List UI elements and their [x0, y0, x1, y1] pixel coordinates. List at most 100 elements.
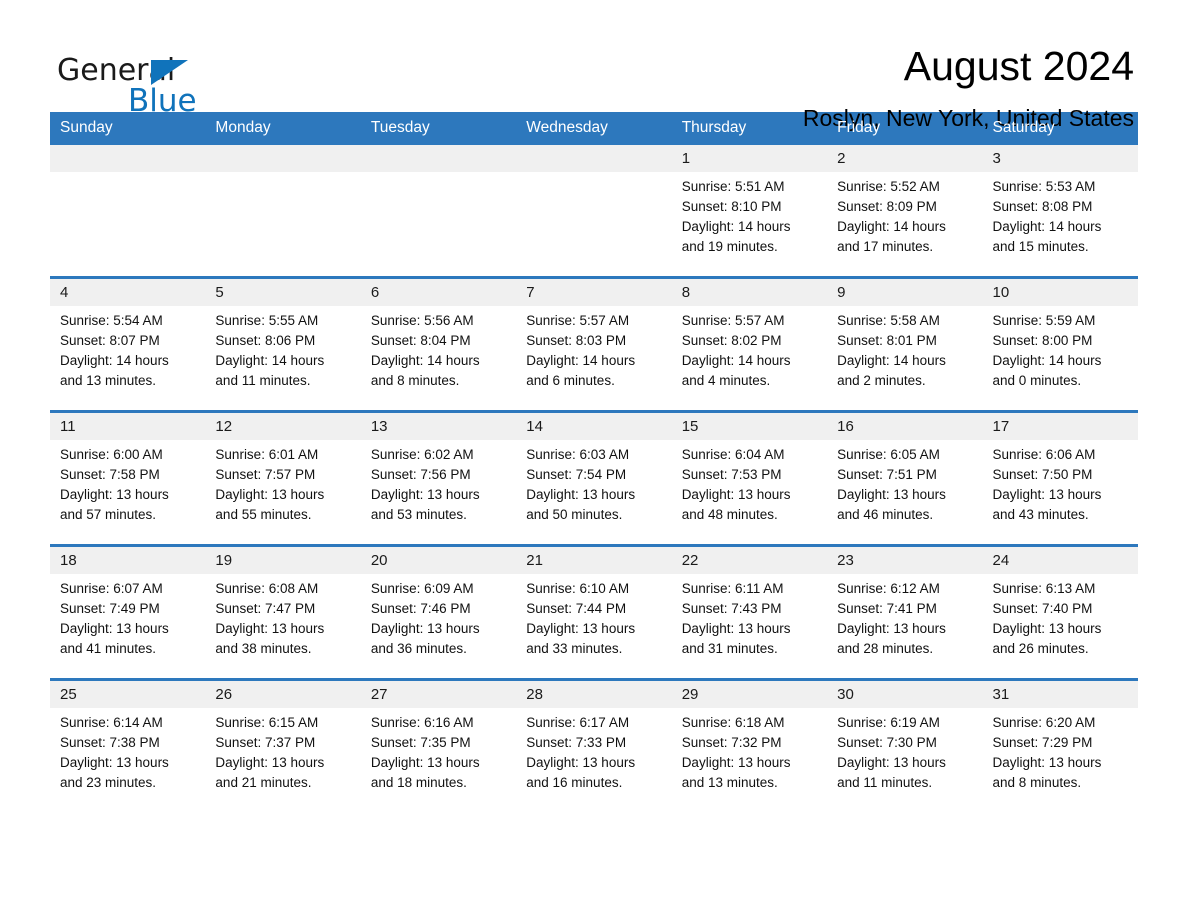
daylight-duration-line2: and 31 minutes. — [681, 641, 778, 656]
calendar-day-cell[interactable]: 19 Sunrise: 6:08 AM Sunset: 7:47 PM Dayligh… — [205, 544, 361, 680]
calendar-day-cell[interactable]: 30 Sunrise: 6:19 AM Sunset: 7:30 PM Dayligh… — [827, 678, 983, 812]
daylight-duration-line2: and 46 minutes. — [837, 507, 934, 522]
day-details: Sunrise: 6:20 AM Sunset: 7:29 PM Daylight:… — [983, 708, 1138, 793]
sunrise-time: Sunrise: 6:13 AM — [992, 581, 1096, 596]
daylight-duration-line1: Daylight: 13 hours — [837, 755, 946, 770]
day-details: Sunrise: 6:01 AM Sunset: 7:57 PM Daylight:… — [205, 440, 360, 525]
sunset-time: Sunset: 8:09 PM — [837, 199, 937, 214]
day-details: Sunrise: 5:58 AM Sunset: 8:01 PM Daylight:… — [827, 306, 982, 391]
day-number: 14 — [516, 413, 672, 440]
calendar-day-cell[interactable]: 7 Sunrise: 5:57 AM Sunset: 8:03 PM Daylight… — [516, 276, 672, 412]
calendar-day-cell[interactable]: 5 Sunrise: 5:55 AM Sunset: 8:06 PM Daylight… — [205, 276, 361, 412]
day-number: 16 — [827, 413, 983, 440]
sunset-time: Sunset: 8:08 PM — [992, 199, 1093, 214]
calendar-day-cell[interactable]: 14 Sunrise: 6:03 AM Sunset: 7:54 PM Dayligh… — [516, 410, 672, 546]
day-details: Sunrise: 6:09 AM Sunset: 7:46 PM Daylight:… — [361, 574, 516, 659]
daylight-duration-line1: Daylight: 14 hours — [681, 353, 791, 368]
daylight-duration-line2: and 50 minutes. — [526, 507, 623, 522]
calendar-day-cell[interactable]: 4 Sunrise: 5:54 AM Sunset: 8:07 PM Daylight… — [50, 276, 206, 412]
sunset-time: Sunset: 7:57 PM — [215, 467, 316, 482]
calendar-day-cell[interactable]: 26 Sunrise: 6:15 AM Sunset: 7:37 PM Dayligh… — [205, 678, 361, 812]
daylight-duration-line1: Daylight: 14 hours — [992, 219, 1102, 234]
calendar-day-cell[interactable]: 12 Sunrise: 6:01 AM Sunset: 7:57 PM Dayligh… — [205, 410, 361, 546]
sunrise-time: Sunrise: 6:16 AM — [370, 715, 474, 730]
sunset-time: Sunset: 7:29 PM — [992, 735, 1093, 750]
sunset-time: Sunset: 7:32 PM — [681, 735, 782, 750]
calendar-day-cell[interactable]: 21 Sunrise: 6:10 AM Sunset: 7:44 PM Dayligh… — [516, 544, 672, 680]
day-number: 3 — [982, 145, 1138, 172]
calendar-day-cell[interactable]: 25 Sunrise: 6:14 AM Sunset: 7:38 PM Dayligh… — [50, 678, 206, 812]
daylight-duration-line2: and 16 minutes. — [526, 775, 623, 790]
daylight-duration-line1: Daylight: 13 hours — [370, 755, 480, 770]
calendar-day-cell[interactable]: 22 Sunrise: 6:11 AM Sunset: 7:43 PM Dayligh… — [671, 544, 828, 680]
sunset-time: Sunset: 7:51 PM — [837, 467, 937, 482]
sunset-time: Sunset: 8:10 PM — [681, 199, 782, 214]
sunset-time: Sunset: 8:06 PM — [215, 333, 316, 348]
day-number: 17 — [982, 413, 1138, 440]
calendar-day-cell[interactable]: 16 Sunrise: 6:05 AM Sunset: 7:51 PM Dayligh… — [827, 410, 983, 546]
day-number: 13 — [360, 413, 517, 440]
day-details: Sunrise: 6:19 AM Sunset: 7:30 PM Daylight:… — [827, 708, 982, 793]
daylight-duration-line2: and 21 minutes. — [215, 775, 312, 790]
sunrise-time: Sunrise: 5:54 AM — [60, 313, 163, 328]
calendar-day-cell[interactable]: 2 Sunrise: 5:52 AM Sunset: 8:09 PM Daylight… — [827, 145, 983, 278]
calendar-week-row: 25 Sunrise: 6:14 AM Sunset: 7:38 PM Dayligh… — [50, 678, 1138, 812]
generalblue-logo[interactable]: General Blue — [50, 42, 230, 117]
weekday-header-tuesday: Tuesday — [360, 112, 517, 145]
daylight-duration-line1: Daylight: 14 hours — [837, 219, 946, 234]
daylight-duration-line2: and 4 minutes. — [681, 373, 771, 388]
calendar-day-cell[interactable]: 31 Sunrise: 6:20 AM Sunset: 7:29 PM Dayligh… — [982, 678, 1138, 812]
day-number: 29 — [671, 681, 828, 708]
sunset-time: Sunset: 7:33 PM — [526, 735, 627, 750]
calendar-day-cell[interactable]: 3 Sunrise: 5:53 AM Sunset: 8:08 PM Daylight… — [982, 145, 1138, 278]
sunrise-time: Sunrise: 5:55 AM — [215, 313, 319, 328]
day-details: Sunrise: 6:17 AM Sunset: 7:33 PM Daylight:… — [516, 708, 671, 793]
calendar-day-cell[interactable]: 17 Sunrise: 6:06 AM Sunset: 7:50 PM Dayligh… — [982, 410, 1138, 546]
day-details: Sunrise: 6:02 AM Sunset: 7:56 PM Daylight:… — [361, 440, 516, 525]
day-details: Sunrise: 6:07 AM Sunset: 7:49 PM Daylight:… — [50, 574, 205, 659]
daylight-duration-line2: and 38 minutes. — [215, 641, 312, 656]
daylight-duration-line2: and 8 minutes. — [370, 373, 460, 388]
sunrise-time: Sunrise: 6:15 AM — [215, 715, 319, 730]
daylight-duration-line1: Daylight: 13 hours — [837, 487, 946, 502]
calendar-day-cell[interactable]: 6 Sunrise: 5:56 AM Sunset: 8:04 PM Daylight… — [360, 276, 517, 412]
sunrise-sunset-calendar: Sunday Monday Tuesday Wednesday Thursday… — [50, 112, 1138, 812]
day-number: 26 — [205, 681, 361, 708]
calendar-day-cell[interactable]: 8 Sunrise: 5:57 AM Sunset: 8:02 PM Daylight… — [671, 276, 828, 412]
calendar-day-cell[interactable]: 27 Sunrise: 6:16 AM Sunset: 7:35 PM Dayligh… — [360, 678, 517, 812]
calendar-day-cell[interactable]: 23 Sunrise: 6:12 AM Sunset: 7:41 PM Dayligh… — [827, 544, 983, 680]
daylight-duration-line2: and 11 minutes. — [215, 373, 311, 388]
calendar-day-cell[interactable]: 11 Sunrise: 6:00 AM Sunset: 7:58 PM Dayligh… — [50, 410, 206, 546]
sunrise-time: Sunrise: 6:06 AM — [992, 447, 1096, 462]
daylight-duration-line1: Daylight: 13 hours — [60, 487, 169, 502]
daylight-duration-line2: and 53 minutes. — [370, 507, 467, 522]
day-number — [205, 145, 361, 172]
daylight-duration-line1: Daylight: 14 hours — [681, 219, 791, 234]
calendar-day-cell[interactable]: 10 Sunrise: 5:59 AM Sunset: 8:00 PM Dayligh… — [982, 276, 1138, 412]
day-details: Sunrise: 6:10 AM Sunset: 7:44 PM Daylight:… — [516, 574, 671, 659]
sunset-time: Sunset: 7:38 PM — [60, 735, 160, 750]
daylight-duration-line2: and 6 minutes. — [526, 373, 615, 388]
sunrise-time: Sunrise: 5:56 AM — [370, 313, 474, 328]
daylight-duration-line1: Daylight: 13 hours — [370, 487, 480, 502]
day-details: Sunrise: 6:04 AM Sunset: 7:53 PM Daylight:… — [672, 440, 827, 525]
day-details: Sunrise: 6:18 AM Sunset: 7:32 PM Daylight:… — [672, 708, 827, 793]
calendar-day-cell[interactable]: 1 Sunrise: 5:51 AM Sunset: 8:10 PM Daylight… — [671, 145, 828, 278]
calendar-day-cell[interactable]: 15 Sunrise: 6:04 AM Sunset: 7:53 PM Dayligh… — [671, 410, 828, 546]
sunrise-time: Sunrise: 5:57 AM — [681, 313, 785, 328]
calendar-day-cell[interactable]: 24 Sunrise: 6:13 AM Sunset: 7:40 PM Dayligh… — [982, 544, 1138, 680]
calendar-day-cell[interactable]: 20 Sunrise: 6:09 AM Sunset: 7:46 PM Dayligh… — [360, 544, 517, 680]
day-number: 5 — [205, 279, 361, 306]
calendar-day-cell[interactable]: 9 Sunrise: 5:58 AM Sunset: 8:01 PM Daylight… — [827, 276, 983, 412]
calendar-day-cell[interactable]: 29 Sunrise: 6:18 AM Sunset: 7:32 PM Dayligh… — [671, 678, 828, 812]
sunrise-time: Sunrise: 6:12 AM — [837, 581, 940, 596]
calendar-day-cell[interactable]: 18 Sunrise: 6:07 AM Sunset: 7:49 PM Dayligh… — [50, 544, 206, 680]
day-number: 8 — [671, 279, 828, 306]
daylight-duration-line1: Daylight: 13 hours — [681, 487, 791, 502]
daylight-duration-line1: Daylight: 13 hours — [60, 621, 169, 636]
daylight-duration-line1: Daylight: 13 hours — [837, 621, 946, 636]
calendar-day-cell[interactable]: 28 Sunrise: 6:17 AM Sunset: 7:33 PM Dayligh… — [516, 678, 672, 812]
calendar-week-row: 4 Sunrise: 5:54 AM Sunset: 8:07 PM Daylight… — [50, 276, 1138, 412]
day-details: Sunrise: 6:13 AM Sunset: 7:40 PM Daylight:… — [983, 574, 1138, 659]
calendar-day-cell[interactable]: 13 Sunrise: 6:02 AM Sunset: 7:56 PM Dayligh… — [360, 410, 517, 546]
